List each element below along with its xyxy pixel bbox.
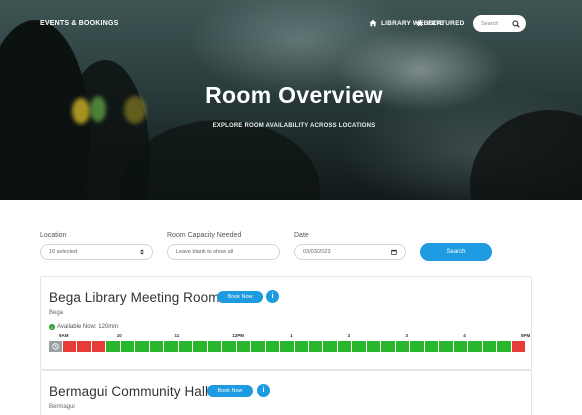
time-slot-booked[interactable] <box>91 341 106 352</box>
clock-icon <box>49 341 62 352</box>
time-slot-free[interactable] <box>280 341 294 352</box>
search-icon[interactable] <box>512 19 520 28</box>
star-icon <box>416 19 424 27</box>
info-icon: i <box>262 387 265 394</box>
capacity-label: Room Capacity Needed <box>167 232 242 239</box>
hour-label: 10 <box>116 333 122 338</box>
hero-banner: EVENTS & BOOKINGS LIBRARY WEBSITE FEATUR… <box>0 0 582 200</box>
book-now-button[interactable]: Book Now <box>207 385 253 397</box>
capacity-input-placeholder: Leave blank to show all <box>176 249 234 255</box>
info-icon: i <box>271 293 274 300</box>
room-title: Bermagui Community Hall <box>49 384 209 399</box>
time-slot-free[interactable] <box>178 341 193 352</box>
time-slot-free[interactable] <box>265 341 280 352</box>
time-slot-free[interactable] <box>453 341 468 352</box>
location-select[interactable]: 10 selected <box>40 244 153 260</box>
availability-status: ✓ Available Now: 120min <box>49 324 118 330</box>
time-slot-free[interactable] <box>497 341 511 352</box>
time-slot-free[interactable] <box>308 341 323 352</box>
nav-search-box[interactable]: Search <box>473 15 526 32</box>
hour-label: 4 <box>463 333 466 338</box>
room-card: Bega Library Meeting Room Book Now i Beg… <box>40 276 532 370</box>
time-slot-free[interactable] <box>395 341 410 352</box>
date-input-value: 03/03/2023 <box>303 249 331 255</box>
time-slot-free[interactable] <box>236 341 251 352</box>
brand-link[interactable]: EVENTS & BOOKINGS <box>40 20 118 27</box>
location-select-value: 10 selected <box>49 249 78 255</box>
hour-label: 12PM <box>232 333 245 338</box>
time-slot-free[interactable] <box>149 341 164 352</box>
timeline-hour-labels: 9AM 10 11 12PM 1 2 3 4 5PM <box>49 333 530 341</box>
availability-text: Available Now: 120min <box>57 324 118 330</box>
home-icon <box>369 19 377 27</box>
time-slot-free[interactable] <box>251 341 265 352</box>
time-slot-free[interactable] <box>424 341 439 352</box>
check-circle-icon: ✓ <box>49 324 55 330</box>
info-button[interactable]: i <box>266 290 279 303</box>
time-slot-free[interactable] <box>323 341 337 352</box>
time-slot-free[interactable] <box>207 341 222 352</box>
room-location: Bermagui <box>49 404 75 410</box>
featured-label: FEATURED <box>428 19 465 27</box>
hour-label: 11 <box>174 333 180 338</box>
room-location: Bega <box>49 310 64 316</box>
hour-label: 1 <box>290 333 293 338</box>
select-arrows-icon <box>140 249 144 255</box>
time-slot-free[interactable] <box>468 341 482 352</box>
time-slot-free[interactable] <box>410 341 424 352</box>
time-slot-free[interactable] <box>381 341 395 352</box>
page-subtitle: EXPLORE ROOM AVAILABILITY ACROSS LOCATIO… <box>212 123 376 129</box>
time-slot-free[interactable] <box>439 341 453 352</box>
hour-label: 3 <box>405 333 409 338</box>
availability-timeline <box>49 341 525 352</box>
capacity-input[interactable]: Leave blank to show all <box>167 244 280 260</box>
location-label: Location <box>40 232 67 239</box>
nav-search-placeholder: Search <box>481 20 499 27</box>
time-slot-free[interactable] <box>337 341 352 352</box>
room-card: Bermagui Community Hall Book Now i Berma… <box>40 370 532 415</box>
time-slot-booked[interactable] <box>77 341 91 352</box>
info-button[interactable]: i <box>257 384 270 397</box>
time-slot-free[interactable] <box>164 341 178 352</box>
time-slot-free[interactable] <box>294 341 308 352</box>
hero-tree-silhouette <box>120 120 320 200</box>
date-label: Date <box>294 232 309 239</box>
book-now-button[interactable]: Book Now <box>217 291 263 303</box>
date-input[interactable]: 03/03/2023 <box>294 244 406 260</box>
time-slot-free[interactable] <box>352 341 366 352</box>
time-slot-free[interactable] <box>106 341 120 352</box>
time-slot-booked[interactable] <box>511 341 525 352</box>
time-slot-free[interactable] <box>482 341 497 352</box>
hour-label: 9AM <box>59 333 69 338</box>
calendar-icon[interactable] <box>391 249 397 255</box>
time-slot-free[interactable] <box>120 341 135 352</box>
time-slot-free[interactable] <box>222 341 236 352</box>
time-slot-free[interactable] <box>193 341 207 352</box>
search-button[interactable]: Search <box>420 243 492 261</box>
hour-label: 2 <box>347 333 351 338</box>
time-slot-free[interactable] <box>135 341 149 352</box>
time-slot-free[interactable] <box>366 341 381 352</box>
time-slot-booked[interactable] <box>63 341 77 352</box>
room-title: Bega Library Meeting Room <box>49 290 220 305</box>
hour-label: 5PM <box>521 333 531 338</box>
featured-link[interactable]: FEATURED <box>416 19 465 27</box>
page-title: Room Overview <box>205 82 383 108</box>
